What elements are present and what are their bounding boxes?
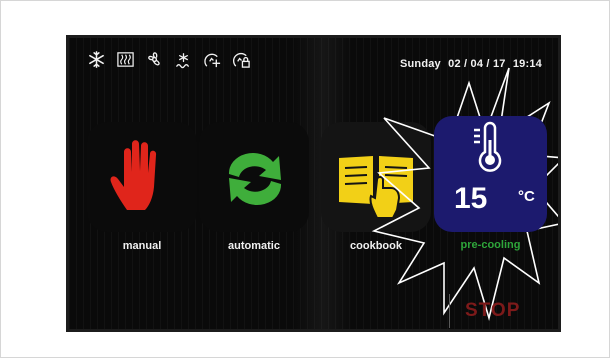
- defrost-icon: [176, 53, 189, 69]
- pre-cooling-button[interactable]: 15 °C: [434, 116, 547, 232]
- snowflake-icon: [89, 51, 104, 68]
- manual-label: manual: [122, 240, 162, 252]
- heater-icon: [117, 52, 134, 67]
- temperature-unit: °C: [518, 188, 535, 205]
- status-icons: [87, 50, 251, 69]
- fan-icon: [148, 52, 160, 66]
- stop-button[interactable]: STOP: [465, 300, 520, 322]
- pre-cooling-label: pre-cooling: [460, 239, 521, 251]
- touch-screen: Sunday 02 / 04 / 17 19:14 manual automat…: [66, 35, 561, 332]
- automatic-button[interactable]: [199, 122, 309, 232]
- hand-icon: [110, 140, 157, 210]
- lock-program-icon: [232, 52, 250, 68]
- divider: [449, 294, 450, 328]
- automatic-label: automatic: [228, 240, 280, 252]
- add-program-icon: [204, 53, 221, 68]
- recycle-arrows-icon: [228, 153, 282, 205]
- temperature-value: 15: [454, 182, 488, 215]
- thermometer-icon: [474, 121, 502, 172]
- manual-button[interactable]: [87, 122, 197, 232]
